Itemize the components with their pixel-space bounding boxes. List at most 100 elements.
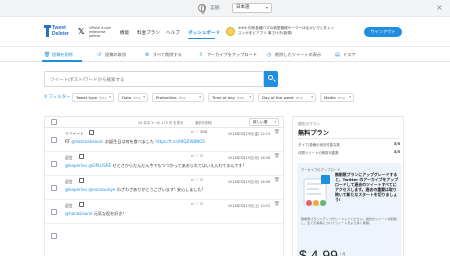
trash-icon[interactable]: 🗑 (274, 202, 280, 207)
tweet-date: 2024年3月23日(土) 10:52 (228, 204, 271, 208)
tweet-date: 2024年3月25日(月) 16:28 (228, 156, 271, 160)
retweet-icon: ⇄ (191, 178, 195, 182)
filter-time-of-day[interactable]: Time of day Any ▾ (208, 93, 254, 102)
table-row: リツイート ⇄ ♡826 2024年3月29日(金) 12:13 🗑 RT @h… (45, 128, 283, 152)
archive-illustration-icon (303, 175, 330, 206)
chevron-down-icon: ▾ (265, 5, 268, 10)
user-display-name: ※※※ 何系各種バズの新型機械ゲーマーゆるかいでじをレッスンかまどアプリ 事でけ… (238, 26, 335, 35)
retweet-icon: ⇄ (191, 202, 195, 206)
tweet-list-panel: 50 件中 1〜の 175 件 を表示 選択を削除 新しい順 ▾ リツイート ⇄ … (44, 116, 284, 256)
trash-icon[interactable]: 🗑 (274, 154, 280, 159)
filter-date[interactable]: Date Any ▾ (118, 93, 148, 102)
search-icon (268, 75, 273, 80)
upgrade-promo: アーカイブのアップロード 無制限プランにアップグレードすると、Twitter の… (297, 163, 401, 256)
row-checkbox[interactable] (51, 209, 57, 215)
row-checkbox[interactable] (51, 137, 57, 143)
row-checkbox[interactable] (51, 233, 57, 239)
tab-undo-posts[interactable]: ↺ 投稿の取消 (96, 48, 126, 62)
quota-row: 月間ツイートの削除可能数 5/5 (298, 150, 400, 155)
trash-icon: 🗑 (44, 52, 51, 58)
nav-help[interactable]: ヘルプ (166, 30, 180, 36)
sort-select[interactable]: 新しい順 ▾ (249, 118, 279, 126)
table-row: 返信 ⇄ ♡0 2024年3月25日(月) 16:28 🗑 @kaperinu … (45, 152, 283, 176)
external-link-icon[interactable] (79, 202, 84, 207)
promo-fine-print: 無制限プランへアップグレードしてください。過去のツイートを削除し、全ての投稿につ… (301, 217, 397, 226)
external-link-icon[interactable] (79, 178, 84, 183)
filter-tweet-type[interactable]: Tweet type Any ▾ (72, 93, 114, 102)
plan-card: 現在のプラン 無料プラン タイプ/投稿の消去可能な数 5/5 月間ツイートの削除可… (292, 116, 404, 256)
filter-media[interactable]: Media Any ▾ (320, 93, 354, 102)
tab-label: 投稿の取消 (105, 52, 126, 57)
nav-features[interactable]: 機能 (120, 30, 129, 36)
sign-out-button[interactable]: サインアウト (364, 27, 402, 37)
divider (298, 138, 400, 139)
delete-all-icon: ⊗ (145, 52, 150, 58)
trash-icon[interactable]: 🗑 (274, 178, 280, 183)
delete-selected-button[interactable]: 選択を削除 (195, 120, 212, 125)
tab-delete-all[interactable]: ⊗ すべて削除する (144, 48, 182, 62)
tab-label: アーカイブをアップロード (207, 52, 257, 57)
tweet-stats: ⇄ ♡0 (191, 154, 203, 158)
tweet-deleter-logo-icon[interactable] (44, 25, 51, 37)
undo-icon: ↺ (97, 52, 102, 58)
partner-badge-text: Official X.com enterprise partner (89, 26, 112, 38)
tab-deleted-tweets[interactable]: ◷ 削除したツイートの表示 (266, 48, 321, 62)
filter-label[interactable]: ⚲ フィルター (44, 94, 71, 101)
table-row: 返信 ⇄ ♡0 2024年3月25日(月) 16:08 🗑 @kaperinu … (45, 176, 283, 200)
logo-line-2: Deleter (52, 31, 69, 37)
close-icon[interactable]: × (436, 3, 443, 13)
external-link-icon[interactable] (79, 154, 84, 159)
filter-profanities[interactable]: Profanities Any ▾ (152, 93, 204, 102)
row-checkbox[interactable] (51, 161, 57, 167)
select-all-checkbox[interactable] (51, 119, 57, 125)
tweet-date: 2024年3月29日(金) 12:13 (228, 132, 271, 136)
language-bar: 言語: 日本語 ▾ × (0, 0, 450, 17)
table-row: 返信 ⇄ ♡0 2024年3月23日(土) 10:52 🗑 @hanasisun… (45, 200, 283, 224)
table-header: 50 件中 1〜の 175 件 を表示 選択を削除 新しい順 ▾ (45, 117, 283, 128)
table-row (45, 224, 283, 248)
heart-icon: ♡ (196, 130, 200, 134)
tab-label: 削除したツイートの表示 (275, 52, 322, 57)
nav-active-indicator (188, 38, 215, 39)
tweet-text: @kaperinu @OPLUSRE せとさからだんだん今でもつつかってあおられ… (65, 163, 245, 168)
tweet-type: 返信 (65, 155, 73, 160)
tab-label: 投稿を削除 (52, 52, 73, 57)
tweet-stats: ⇄ ♡826 (191, 130, 208, 134)
retweet-icon: ⇄ (191, 154, 195, 158)
filter-day-of-week[interactable]: Day of the week Any ▾ (258, 93, 316, 102)
heart-icon: ♡ (196, 178, 200, 182)
site-header: Tweet Deleter 𝕏 Official X.com enterpris… (0, 17, 450, 47)
filter-bar: ⚲ フィルター Tweet type Any ▾ Date Any ▾ Profanit… (44, 93, 404, 103)
language-select-value: 日本語 (236, 5, 250, 10)
quota-row: タイプ/投稿の消去可能な数 5/5 (298, 142, 400, 147)
tab-active-indicator (42, 60, 82, 62)
globe-icon (198, 4, 206, 14)
tweet-text: RT @hatanakanon: お誕生日は何を食べました https://t.… (65, 139, 206, 144)
language-label: 言語: (210, 6, 221, 11)
external-link-icon[interactable] (89, 130, 94, 135)
retweet-icon: ⇄ (191, 130, 195, 134)
tab-upload-archive[interactable]: ⇧ アーカイブをアップロード (198, 48, 257, 62)
search-button[interactable] (264, 71, 278, 87)
logo-text[interactable]: Tweet Deleter (52, 25, 69, 37)
trash-icon[interactable]: 🗑 (274, 130, 280, 135)
avatar[interactable] (226, 27, 235, 36)
tab-docs[interactable]: ▤ ドスア (334, 48, 356, 62)
doc-icon: ▤ (335, 52, 340, 58)
history-icon: ◷ (267, 52, 272, 58)
tab-label: ドスア (343, 52, 356, 57)
tweet-text: @kaperinu @narasuroye わざわざありがとうございます! 安心… (65, 187, 204, 192)
language-select[interactable]: 日本語 ▾ (232, 3, 272, 13)
result-count: 50 件中 1〜の 175 件 を表示 (138, 121, 184, 125)
search-input[interactable] (44, 71, 264, 87)
nav-dashboard[interactable]: ダッシュボード (188, 30, 220, 36)
tweet-type: リツイート (65, 131, 84, 136)
row-checkbox[interactable] (51, 185, 57, 191)
tweet-stats: ⇄ ♡0 (191, 178, 203, 182)
x-logo-icon: 𝕏 (78, 27, 85, 36)
promo-text: 無制限プランにアップグレードすると、Twitter のアーカイブをアップロードし… (335, 172, 399, 202)
nav-pricing[interactable]: 料金プラン (137, 30, 160, 36)
tweet-date: 2024年3月25日(月) 16:08 (228, 180, 271, 184)
plan-price-period: / 月 (340, 252, 346, 256)
plan-name: 無料プラン (298, 130, 329, 137)
